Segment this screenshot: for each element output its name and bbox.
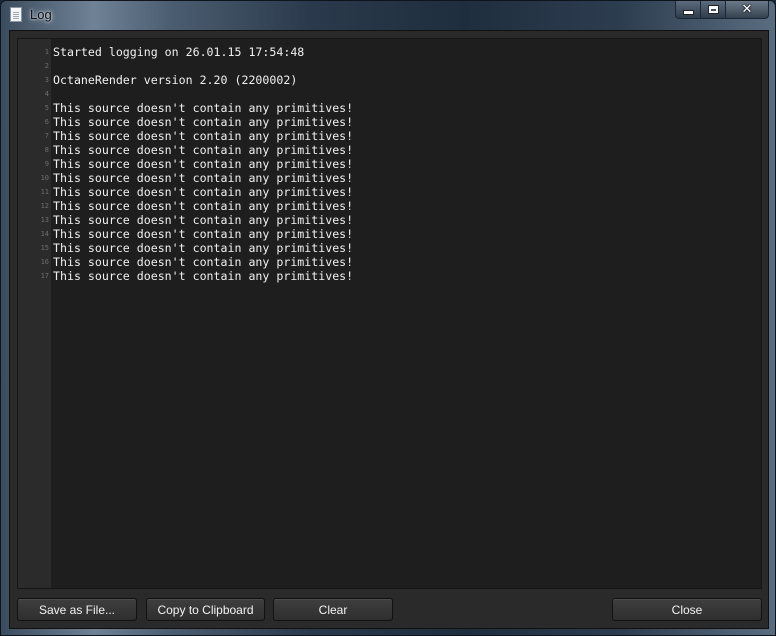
clear-button[interactable]: Clear [273,598,393,621]
log-line: This source doesn't contain any primitiv… [53,269,354,283]
close-button[interactable]: Close [612,598,762,621]
line-number: 11 [40,188,49,196]
copy-to-clipboard-button[interactable]: Copy to Clipboard [146,598,265,621]
line-number: 15 [40,244,49,252]
maximize-button[interactable] [701,1,726,19]
log-text-area[interactable]: 1 2 3 4 5 6 7 8 9 10 11 12 13 14 15 16 17 Started loggin… [17,38,762,589]
line-number: 12 [40,202,49,210]
log-line: This source doesn't contain any primitiv… [53,199,354,213]
line-number: 10 [40,174,49,182]
close-icon: ✕ [741,2,753,17]
log-panel: 1 2 3 4 5 6 7 8 9 10 11 12 13 14 15 16 17 Started loggin… [9,30,769,629]
line-number: 2 [44,62,49,70]
title-bar[interactable]: Log ✕ [1,1,775,29]
window-close-button[interactable]: ✕ [726,1,769,19]
log-line: This source doesn't contain any primitiv… [53,227,354,241]
window-controls: ✕ [675,1,769,20]
log-line: This source doesn't contain any primitiv… [53,241,354,255]
log-line: This source doesn't contain any primitiv… [53,129,354,143]
log-line: This source doesn't contain any primitiv… [53,255,354,269]
line-number: 3 [44,76,49,84]
line-number: 6 [44,118,49,126]
line-number: 14 [40,230,49,238]
window-title: Log [30,7,52,22]
line-number: 9 [44,160,49,168]
line-number-gutter: 1 2 3 4 5 6 7 8 9 10 11 12 13 14 15 16 17 [18,39,51,588]
log-line: This source doesn't contain any primitiv… [53,115,354,129]
line-number: 16 [40,258,49,266]
line-number: 13 [40,216,49,224]
save-as-file-button[interactable]: Save as File... [17,598,137,621]
minimize-icon [683,11,693,14]
line-number: 5 [44,104,49,112]
line-number: 8 [44,146,49,154]
log-line: Started logging on 26.01.15 17:54:48 [53,45,305,59]
log-line: This source doesn't contain any primitiv… [53,213,354,227]
line-number: 17 [40,272,49,280]
log-line: OctaneRender version 2.20 (2200002) [53,73,298,87]
minimize-button[interactable] [675,1,701,19]
log-line: This source doesn't contain any primitiv… [53,101,354,115]
log-window: Log ✕ 1 2 3 4 5 6 7 8 9 10 11 12 13 14 15 16 17 Started … [0,0,776,636]
maximize-icon [708,6,718,13]
log-line: This source doesn't contain any primitiv… [53,185,354,199]
log-line: This source doesn't contain any primitiv… [53,171,354,185]
log-line: This source doesn't contain any primitiv… [53,143,354,157]
line-number: 4 [44,90,49,98]
log-line: This source doesn't contain any primitiv… [53,157,354,171]
line-number: 1 [44,48,49,56]
line-number: 7 [44,132,49,140]
document-icon [10,7,22,22]
